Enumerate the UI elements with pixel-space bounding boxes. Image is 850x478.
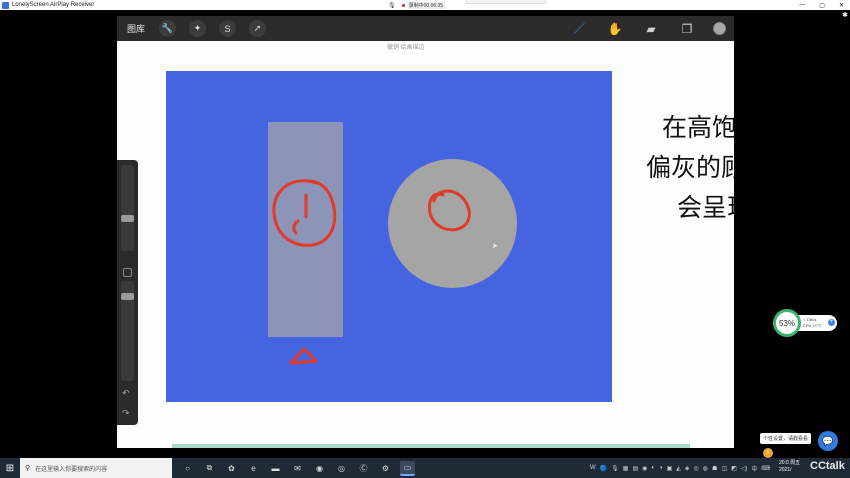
chat-tooltip: 个性设置，请戳看看 [760,433,812,444]
blank-tab [466,0,546,4]
taskbar-settings-icon[interactable]: ⚙ [378,461,393,476]
painting-tools: ／ ✋ ▰ ❐ [569,16,726,41]
handwriting-line-3: 会呈现 [677,193,734,222]
smudge-icon[interactable]: ✋ [605,19,625,39]
color-picker-button[interactable] [713,22,726,35]
expand-plus-icon[interactable]: + [828,319,835,326]
tray-icon[interactable]: ⌨ [761,465,770,472]
brush-size-thumb[interactable] [121,215,134,222]
taskbar-wechat-icon[interactable]: ◉ [312,461,327,476]
tray-icon[interactable]: W [590,465,596,471]
tray-icon[interactable]: ◍ [703,465,708,472]
taskbar-file-explorer-icon[interactable]: ▬ [268,461,283,476]
taskbar: ⊞ ⚲ 在这里输入你要搜索的内容 ○ ⧉ ✿ e ▬ ✉ ◉ ◎ Ⓒ ⚙ ▭ W 🔵 🎙 ▦ ▤ ◉ ◐ ◑ ▣ ◭ ◈… [0,458,850,478]
tray-icon[interactable]: ◁) [741,465,748,472]
handwritten-note: 在高饱 偏灰的顾 会呈现 [646,108,734,228]
tray-icon[interactable]: ◈ [685,465,690,472]
modify-button[interactable] [123,268,132,277]
tray-icon[interactable]: ◉ [642,465,647,472]
selection-icon[interactable]: S [219,20,237,37]
eraser-icon[interactable]: ▰ [641,19,661,39]
clock-weekday: 周五 [790,460,801,466]
performance-widget[interactable]: ↑ 73K/s CPU 65℃ + 53% [773,309,837,337]
canvas-blue-background[interactable]: ➤ [166,71,612,402]
taskbar-app-store-icon[interactable]: ✿ [224,461,239,476]
start-icon[interactable]: ⊞ [0,458,20,478]
wrench-icon[interactable]: 🔧 [159,20,177,37]
screen: LonelyScreen AirPlay Receiver 🎙 录制中00:06… [0,0,850,478]
recording-timer: 录制中00:06:35 [406,1,446,9]
opacity-slider[interactable] [121,281,134,381]
clock-date: 2021/ [779,467,792,473]
handwriting-line-1: 在高饱 [662,113,734,142]
magic-wand-icon[interactable]: ✦ [189,20,207,37]
app-icon [2,1,9,9]
taskbar-mail-icon[interactable]: ✉ [290,461,305,476]
red-check-stroke [292,193,308,235]
window-titlebar: LonelyScreen AirPlay Receiver 🎙 录制中00:06… [0,0,850,10]
maximize-button[interactable]: ▢ [819,2,825,9]
red-annotation-strokes [272,179,471,365]
system-tray: W 🔵 🎙 ▦ ▤ ◉ ◐ ◑ ▣ ◭ ◈ ◎ ◍ ☗ ◫ ◩ ◁) 中 ⌨ [590,458,770,478]
gallery-button[interactable]: 图库 [127,22,145,35]
clock-time: 20:0 [779,460,789,466]
opacity-thumb[interactable] [121,293,134,300]
search-icon: ⚲ [25,465,31,472]
brush-size-slider[interactable] [121,165,134,251]
procreate-toolbar: 图库 🔧 ✦ S ➚ ／ ✋ ▰ ❐ [117,16,734,41]
taskbar-edge-browser-icon[interactable]: e [246,461,261,476]
search-placeholder: 在这里输入你要搜索的内容 [35,466,108,473]
tray-icon[interactable]: ☗ [712,465,717,472]
window-title: LonelyScreen AirPlay Receiver [12,2,95,8]
undo-notification: 撤销 绘画描边 [387,45,425,51]
red-circle-stroke-right [428,189,471,232]
taskbar-cortana-icon[interactable]: ○ [180,461,195,476]
mouse-cursor-icon: ➤ [492,243,498,250]
transform-icon[interactable]: ➚ [249,20,267,37]
brush-icon[interactable]: ／ [569,19,589,39]
tray-icon[interactable]: 🎙 [611,465,619,472]
tray-icon[interactable]: ◐ [651,465,655,471]
brush-sidebar: ↶ ↷ [117,160,138,425]
notification-badge[interactable]: 5 [763,448,773,458]
record-dot-icon [401,3,405,7]
red-triangle-stroke [289,347,318,365]
tray-icon[interactable]: 🔵 [600,465,607,472]
microphone-icon: 🎙 [388,2,396,9]
tray-icon[interactable]: ◫ [721,465,727,472]
chat-icon[interactable]: 💬 [818,431,838,451]
tray-icon[interactable]: ◑ [659,465,663,471]
tray-icon[interactable]: ▣ [667,465,673,472]
tray-icon[interactable]: ◭ [676,465,681,472]
tray-icon[interactable]: ◎ [694,465,699,472]
taskbar-apps: ○ ⧉ ✿ e ▬ ✉ ◉ ◎ Ⓒ ⚙ ▭ [180,460,415,476]
cpu-value: 65℃ [812,323,822,328]
handwriting-line-2: 偏灰的顾 [646,153,734,182]
recording-indicator: 🎙 录制中00:06:35 [388,1,446,9]
tray-icon[interactable]: 中 [751,464,757,473]
taskbar-app-c-icon[interactable]: Ⓒ [356,461,371,476]
window-controls: — ▢ ✕ [799,0,844,10]
undo-icon[interactable]: ↶ [122,388,130,399]
tray-icon[interactable]: ▦ [623,465,629,472]
system-clock[interactable]: 20:0 周五 2021/ [779,460,800,474]
redo-icon[interactable]: ↷ [122,408,130,419]
taskbar-task-view-icon[interactable]: ⧉ [202,461,217,476]
taskbar-lonelyscreen-icon[interactable]: ▭ [400,460,415,476]
close-button[interactable]: ✕ [839,2,844,9]
bottom-strip [172,444,690,448]
taskbar-chrome-icon[interactable]: ◎ [334,461,349,476]
red-circle-stroke-left [272,179,337,247]
tray-icon[interactable]: ▤ [632,465,638,472]
procreate-screen: 图库 🔧 ✦ S ➚ ／ ✋ ▰ ❐ 撤销 绘画描边 ➤ 在高饱 偏灰的顾 会呈 [117,16,734,448]
tray-icon[interactable]: ◩ [731,465,737,472]
taskbar-search-input[interactable]: ⚲ 在这里输入你要搜索的内容 [20,458,172,478]
cctalk-logo: CCtalk [810,460,845,472]
memory-usage-circle[interactable]: 53% [773,309,801,337]
cpu-label: CPU [803,323,812,328]
settings-gear-icon[interactable]: ✱ [842,11,848,19]
minimize-button[interactable]: — [799,2,805,8]
layers-icon[interactable]: ❐ [677,19,697,39]
perf-panel: ↑ 73K/s CPU 65℃ + [797,315,837,331]
